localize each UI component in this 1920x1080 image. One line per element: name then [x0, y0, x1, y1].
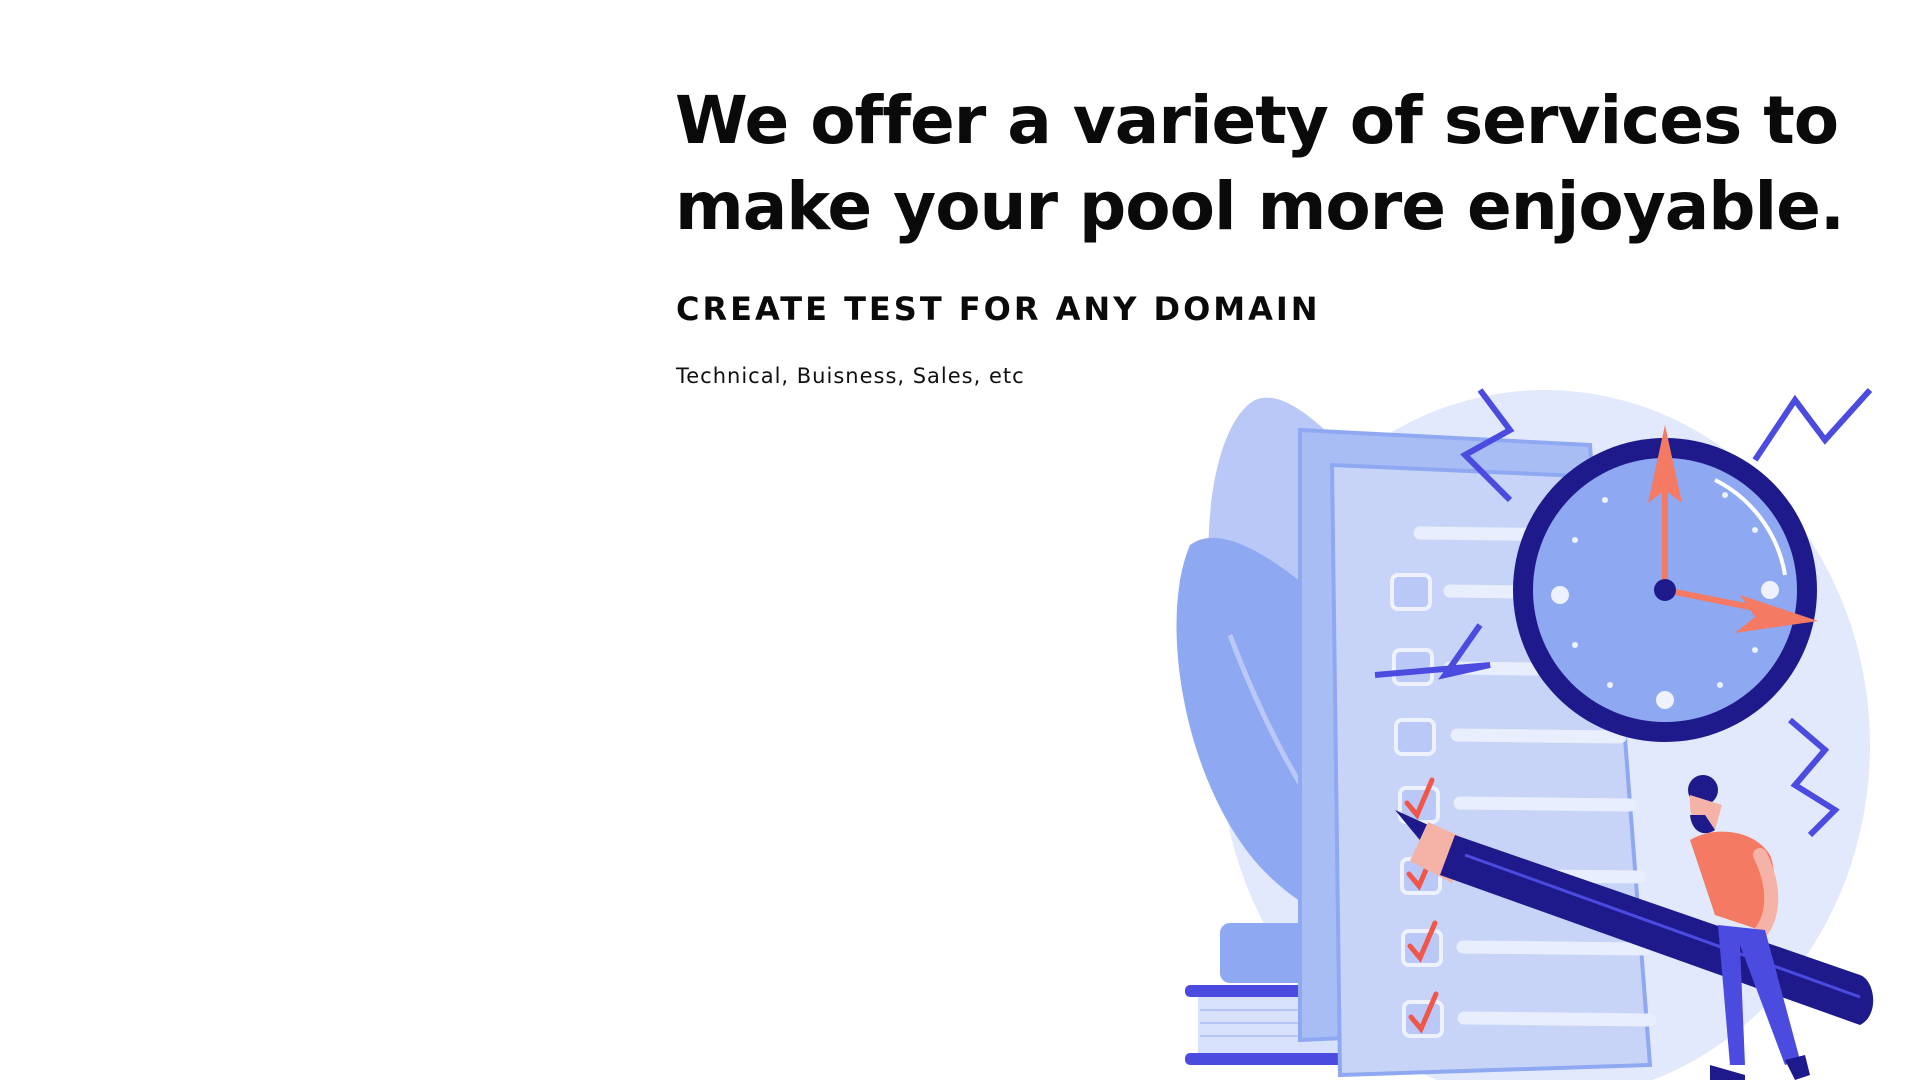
headline-line-1: We offer a variety of services to	[675, 82, 1839, 159]
hero-subheading: CREATE TEST FOR ANY DOMAIN	[676, 290, 1321, 328]
lightning-bolt-top-right	[1752, 387, 1873, 462]
checkbox-checked-4	[1402, 991, 1444, 1038]
checkbox-empty-1	[1390, 573, 1432, 611]
checkbox-checked-3	[1401, 920, 1443, 967]
checkbox-empty-3	[1394, 718, 1436, 756]
hero-caption: Technical, Buisness, Sales, etc	[676, 364, 1025, 388]
checklist-illustration	[1176, 387, 1874, 1080]
checkbox-empty-2	[1392, 648, 1434, 686]
hero-headline: We offer a variety of services to make y…	[675, 78, 1845, 250]
headline-line-2: make your pool more enjoyable.	[675, 168, 1845, 245]
